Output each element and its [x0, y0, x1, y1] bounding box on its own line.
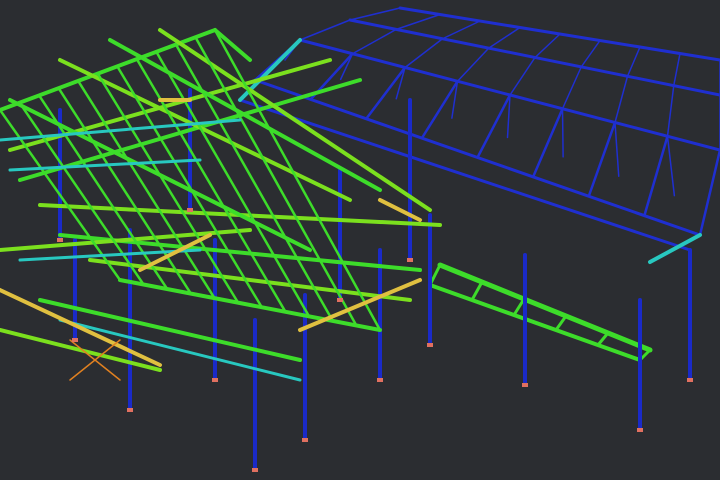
- structural-3d-model[interactable]: [0, 0, 720, 480]
- base-plate: [252, 468, 258, 472]
- base-plate: [212, 378, 218, 382]
- base-plate: [72, 338, 78, 342]
- truss-diagonal: [534, 33, 561, 59]
- truss-web: [476, 93, 512, 159]
- walkway-joist: [596, 331, 610, 347]
- truss-diagonal: [626, 46, 641, 77]
- base-plate: [637, 428, 643, 432]
- brace-beam: [378, 198, 422, 222]
- floor-beam: [0, 228, 252, 252]
- floor-beam: [213, 28, 252, 62]
- roof-trusses: [238, 6, 720, 362]
- base-plate: [187, 208, 193, 212]
- truss-web: [643, 135, 669, 217]
- truss-web: [365, 66, 407, 120]
- base-plate: [57, 238, 63, 242]
- truss-diagonal: [666, 84, 675, 137]
- walkway-joist: [512, 297, 526, 317]
- truss-diagonal: [456, 47, 490, 82]
- truss-diagonal: [673, 52, 681, 87]
- base-plate: [522, 383, 528, 387]
- walkway-joist: [554, 314, 568, 332]
- model-viewport[interactable]: [0, 0, 720, 480]
- base-plate: [302, 438, 308, 442]
- truss-diagonal: [395, 13, 441, 31]
- base-plate: [407, 258, 413, 262]
- truss-diagonal: [561, 108, 564, 158]
- base-plate: [427, 343, 433, 347]
- base-plates: [57, 208, 693, 472]
- truss-web: [531, 107, 564, 179]
- truss-diagonal: [404, 38, 444, 69]
- truss-diagonal: [666, 135, 676, 197]
- walkway-beam: [428, 283, 642, 362]
- truss-diagonal: [614, 75, 629, 124]
- floor-framing: [0, 28, 442, 382]
- truss-diagonal: [488, 26, 521, 49]
- truss-diagonal: [351, 28, 397, 55]
- truss-web: [698, 148, 720, 237]
- steel-columns: [58, 88, 692, 472]
- base-plate: [687, 378, 693, 382]
- base-plate: [337, 298, 343, 302]
- truss-diagonal: [509, 56, 536, 96]
- truss-web: [587, 121, 617, 198]
- truss-diagonal: [349, 7, 401, 21]
- truss-diagonal: [561, 66, 582, 110]
- base-plate: [377, 378, 383, 382]
- floor-beam: [0, 328, 162, 372]
- walkway-joist: [470, 280, 484, 302]
- truss-diagonal: [614, 121, 620, 177]
- truss-web: [420, 80, 459, 140]
- truss-diagonal: [580, 39, 601, 68]
- truss-diagonal: [299, 19, 351, 41]
- base-plate: [127, 408, 133, 412]
- brace-beam: [0, 288, 162, 367]
- truss-chord: [238, 98, 692, 252]
- truss-diagonal: [441, 20, 481, 40]
- floor-beam: [158, 28, 432, 212]
- walkway-beam: [437, 262, 653, 353]
